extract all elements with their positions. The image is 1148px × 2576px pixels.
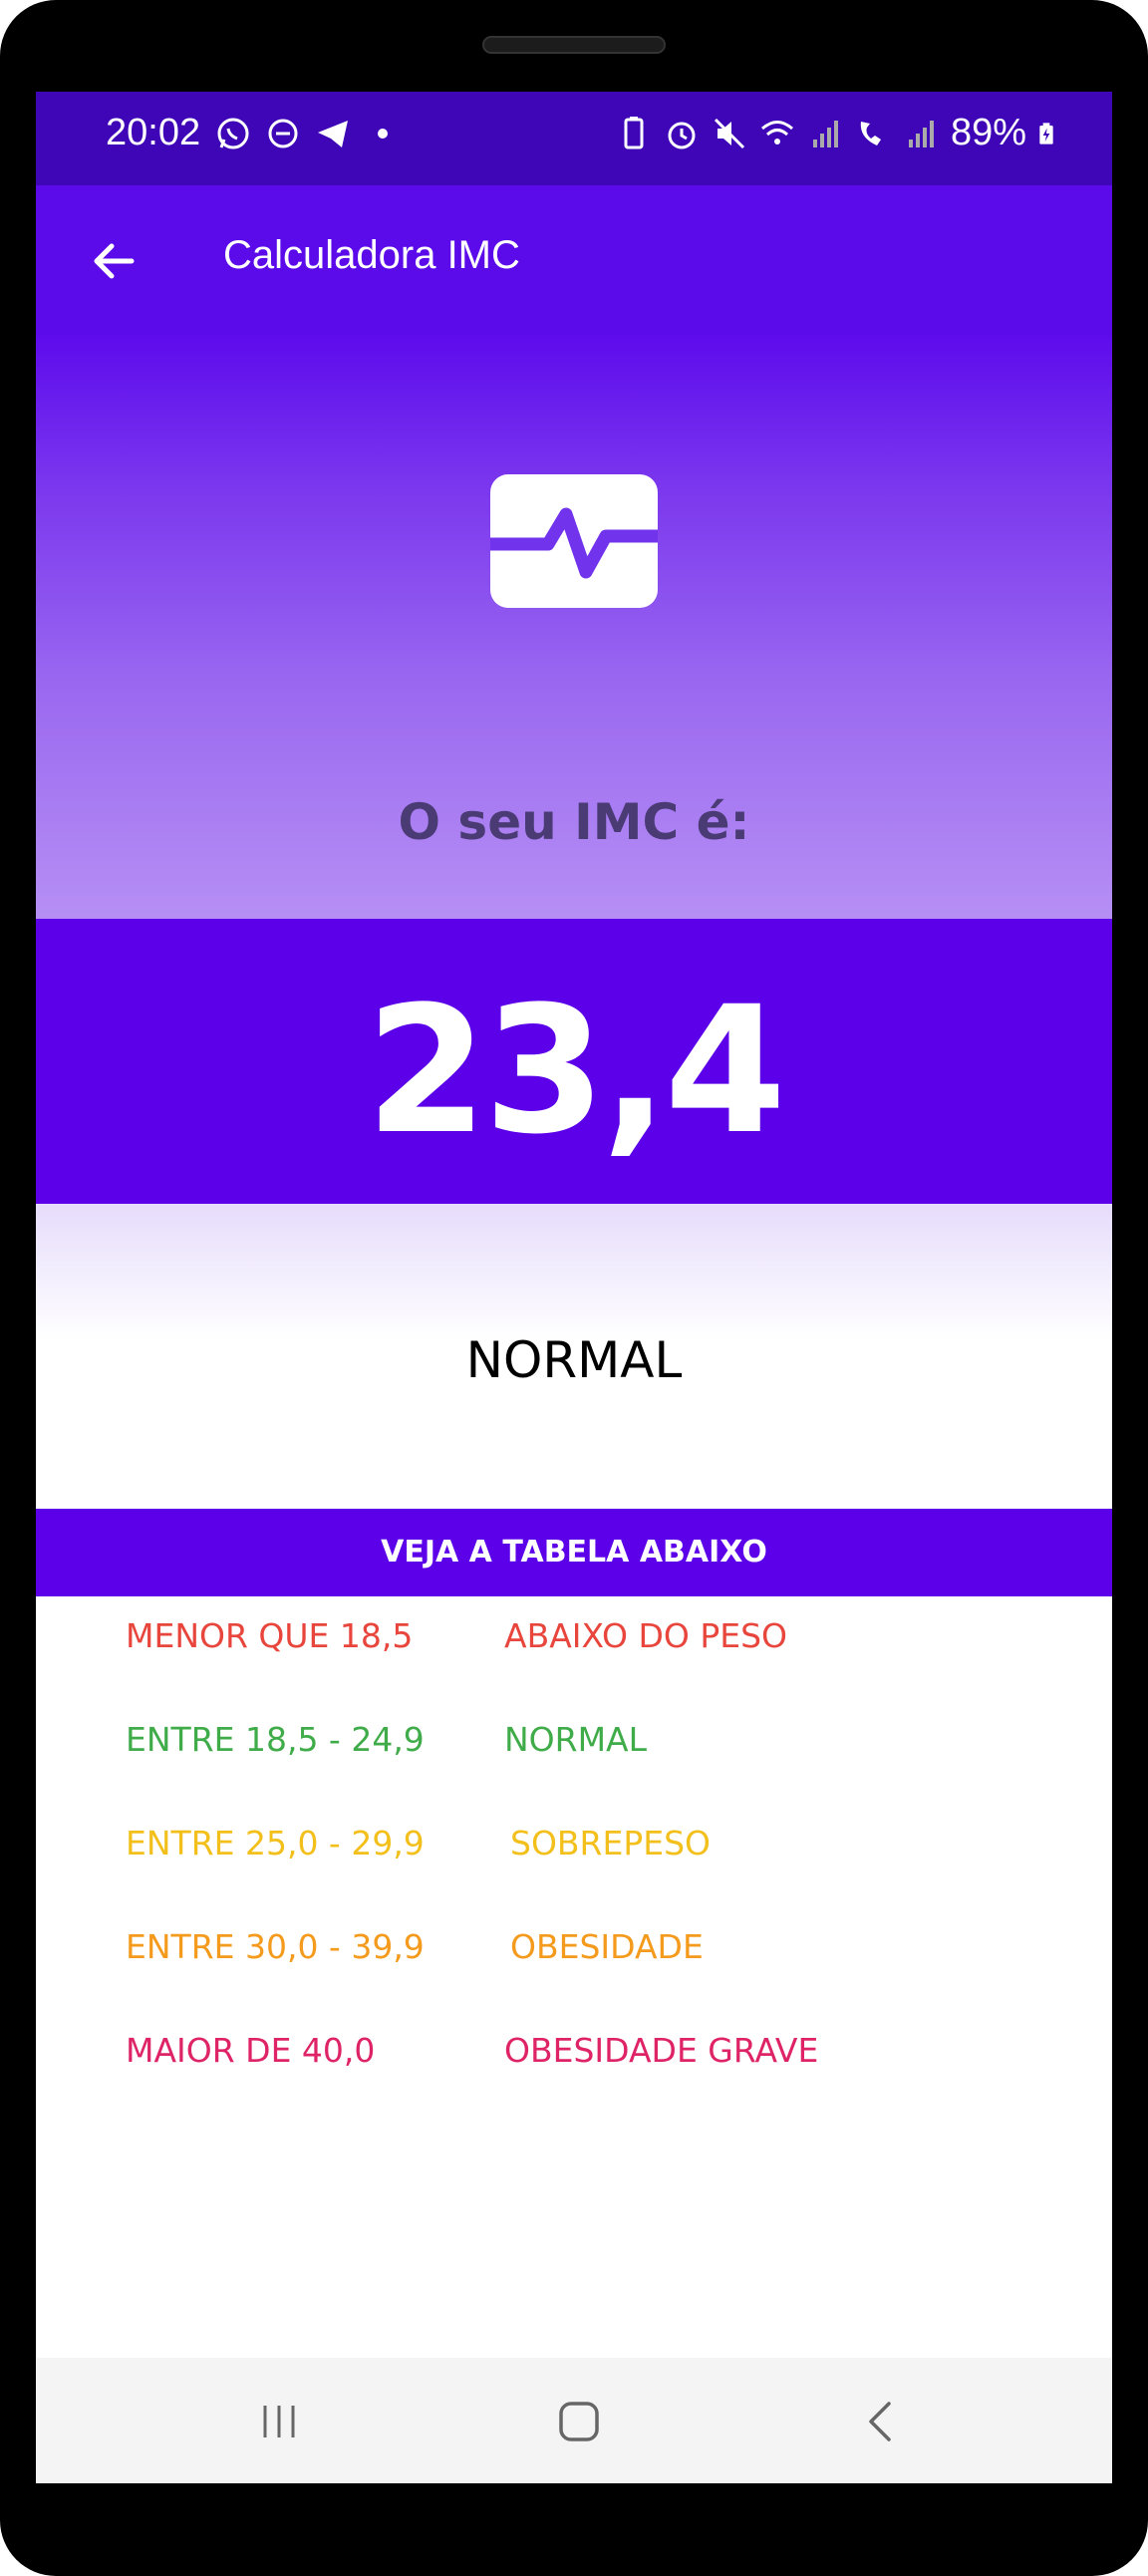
arrow-back-icon [94, 243, 135, 279]
row-range: ENTRE 30,0 - 39,9 [126, 1927, 425, 1966]
screen: 20:02 89% Calculadora IMC O seu IMC é: 2… [36, 92, 1112, 2483]
do-not-disturb-icon [268, 119, 298, 148]
row-range: ENTRE 18,5 - 24,9 [126, 1720, 425, 1759]
home-button[interactable] [539, 2392, 619, 2451]
app-bar: Calculadora IMC [36, 185, 1112, 335]
row-category: SOBREPESO [510, 1824, 712, 1862]
recent-apps-button[interactable] [239, 2392, 319, 2451]
result-label: O seu IMC é: [398, 793, 750, 851]
speaker-grille [482, 36, 666, 54]
wifi-calling-icon [860, 121, 881, 145]
whatsapp-icon [217, 118, 249, 149]
table-row: ENTRE 18,5 - 24,9 NORMAL [36, 1700, 1112, 1780]
dot-icon [378, 129, 388, 139]
hero-section: O seu IMC é: [36, 335, 1112, 919]
pulse-monitor-icon [490, 474, 658, 608]
back-icon [869, 2402, 891, 2441]
row-category: NORMAL [504, 1720, 648, 1759]
battery-percent: 89% [950, 112, 1026, 153]
telegram-icon [318, 121, 348, 147]
row-category: ABAIXO DO PESO [504, 1616, 788, 1655]
home-icon [559, 2402, 599, 2441]
recent-apps-icon [263, 2406, 295, 2437]
row-range: MAIOR DE 40,0 [126, 2031, 376, 2070]
status-left-icons [215, 116, 401, 151]
wifi-icon [760, 120, 793, 144]
bmi-value: 23,4 [365, 969, 786, 1173]
table-row: MAIOR DE 40,0 OBESIDADE GRAVE [36, 2011, 1112, 2091]
row-range: ENTRE 25,0 - 29,9 [126, 1824, 425, 1862]
alarm-icon [668, 122, 696, 148]
row-category: OBESIDADE [510, 1927, 704, 1966]
app-title: Calculadora IMC [223, 233, 520, 277]
status-bar: 20:02 89% [36, 92, 1112, 185]
bmi-value-band: 23,4 [36, 919, 1112, 1204]
signal-icon [908, 120, 934, 147]
system-nav-bar [36, 2358, 1112, 2483]
table-row: ENTRE 25,0 - 29,9 SOBREPESO [36, 1804, 1112, 1883]
status-right-icons: 89% [616, 112, 1062, 154]
table-row: MENOR QUE 18,5 ABAIXO DO PESO [36, 1596, 1112, 1676]
battery-charging-icon [1039, 122, 1053, 144]
table-header: VEJA A TABELA ABAIXO [36, 1509, 1112, 1596]
bmi-classification: NORMAL [465, 1331, 683, 1389]
classification-section: NORMAL [36, 1204, 1112, 1509]
battery-saver-icon [624, 116, 644, 148]
mute-icon [714, 118, 744, 148]
phone-frame: 20:02 89% Calculadora IMC O seu IMC é: 2… [0, 0, 1148, 2576]
status-time: 20:02 [106, 112, 201, 153]
row-range: MENOR QUE 18,5 [126, 1616, 414, 1655]
table-row: ENTRE 30,0 - 39,9 OBESIDADE [36, 1907, 1112, 1987]
back-button[interactable] [78, 225, 149, 297]
nav-back-button[interactable] [841, 2392, 921, 2451]
row-category: OBESIDADE GRAVE [504, 2031, 819, 2070]
signal-icon [812, 120, 838, 147]
